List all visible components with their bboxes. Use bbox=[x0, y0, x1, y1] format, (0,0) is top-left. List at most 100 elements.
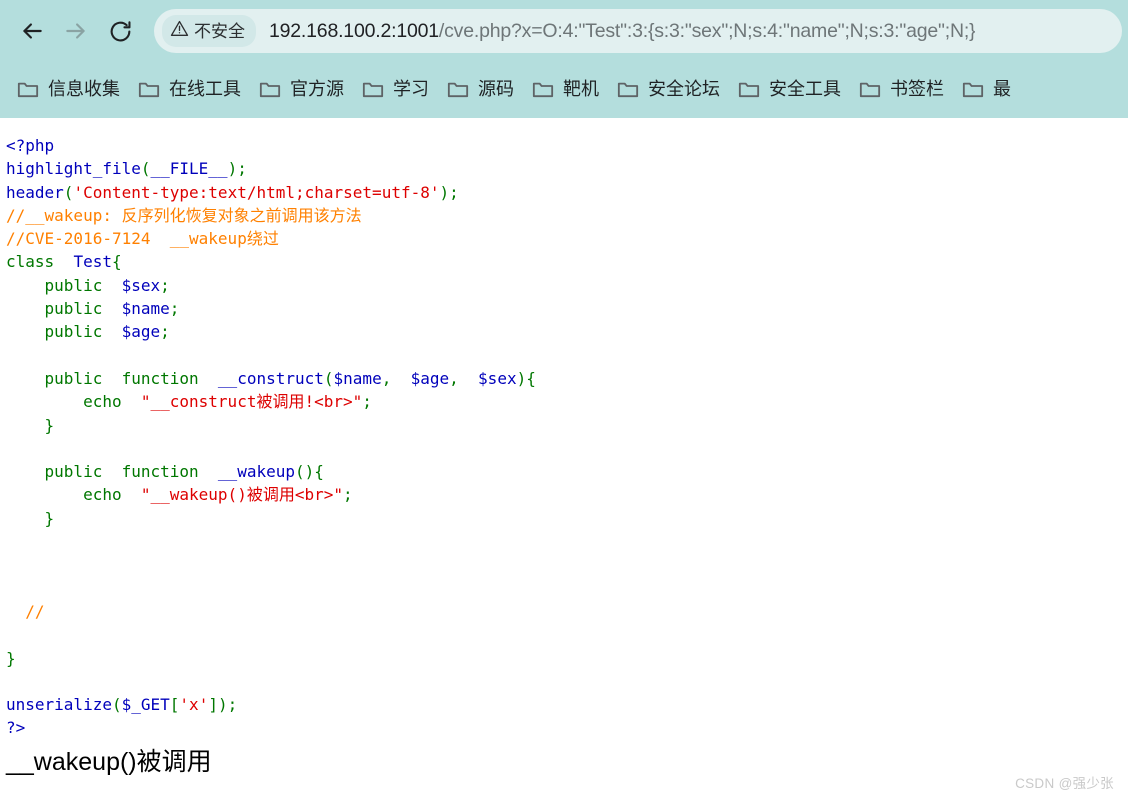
code-token: { bbox=[314, 462, 324, 482]
code-token: // bbox=[25, 601, 45, 621]
browser-toolbar: 不安全 192.168.100.2:1001/cve.php?x=O:4:"Te… bbox=[0, 0, 1128, 62]
code-token: , bbox=[449, 368, 479, 388]
code-token: ) bbox=[516, 368, 527, 388]
reload-button[interactable] bbox=[98, 9, 142, 53]
bookmark-label: 最 bbox=[993, 79, 1011, 99]
code-token: () bbox=[294, 462, 315, 482]
php-source-code: <?php highlight_file(__FILE__); header('Co… bbox=[4, 134, 1128, 740]
code-token: ; bbox=[169, 299, 180, 319]
code-token: ( bbox=[140, 159, 151, 179]
bookmark-item[interactable]: 靶机 bbox=[523, 76, 608, 103]
code-line: //__wakeup: 反序列化恢复对象之前调用该方法 bbox=[6, 204, 1128, 227]
bookmark-label: 源码 bbox=[478, 79, 514, 99]
code-token: echo bbox=[83, 485, 122, 505]
code-token: ; bbox=[160, 322, 170, 342]
code-token: ; bbox=[160, 275, 170, 295]
bookmark-label: 在线工具 bbox=[169, 79, 241, 99]
code-token: __wakeup bbox=[217, 462, 295, 482]
security-status-chip[interactable]: 不安全 bbox=[162, 15, 256, 47]
code-token: public bbox=[44, 462, 103, 482]
bookmark-item[interactable]: 信息收集 bbox=[8, 76, 129, 103]
code-line: header('Content-type:text/html;charset=u… bbox=[6, 181, 1128, 204]
code-token: ; bbox=[362, 392, 372, 412]
code-token: { bbox=[111, 252, 122, 272]
code-token: ( bbox=[111, 695, 122, 715]
code-token: unserialize bbox=[6, 695, 112, 715]
code-token: public bbox=[44, 322, 103, 342]
code-line: } bbox=[6, 507, 1128, 530]
address-bar[interactable]: 不安全 192.168.100.2:1001/cve.php?x=O:4:"Te… bbox=[154, 9, 1122, 53]
code-token: } bbox=[6, 648, 16, 668]
bookmark-item[interactable]: 源码 bbox=[438, 76, 523, 103]
code-token: "__construct被调用!<br>" bbox=[140, 392, 363, 412]
code-line: public function __wakeup(){ bbox=[6, 460, 1128, 483]
code-line: ?> bbox=[6, 716, 1128, 739]
code-token: //CVE-2016-7124 __wakeup绕过 bbox=[6, 229, 279, 249]
code-token: public bbox=[44, 275, 103, 295]
code-token: ( bbox=[323, 368, 334, 388]
forward-button[interactable] bbox=[54, 9, 98, 53]
code-line: unserialize($_GET['x']); bbox=[6, 693, 1128, 716]
code-token: __construct bbox=[217, 368, 324, 388]
code-token: <?php bbox=[6, 136, 55, 155]
code-line: } bbox=[6, 414, 1128, 437]
bookmark-item[interactable]: 最 bbox=[953, 76, 1020, 103]
code-token: ) bbox=[227, 159, 238, 179]
code-token: $age bbox=[121, 322, 161, 342]
code-token: Test bbox=[73, 252, 112, 272]
code-token: 'Content-type:text/html;charset=utf-8' bbox=[73, 182, 440, 202]
url-path: /cve.php?x=O:4:"Test":3:{s:3:"sex";N;s:4… bbox=[438, 19, 976, 42]
code-token: ] bbox=[208, 695, 218, 715]
code-token: class bbox=[6, 252, 55, 272]
folder-icon bbox=[962, 80, 984, 99]
bookmark-label: 信息收集 bbox=[48, 79, 120, 99]
bookmark-item[interactable]: 书签栏 bbox=[850, 76, 953, 103]
bookmark-item[interactable]: 安全论坛 bbox=[608, 76, 729, 103]
warning-triangle-icon bbox=[170, 19, 189, 43]
code-line: public $age; bbox=[6, 320, 1128, 343]
code-token: public bbox=[44, 299, 103, 319]
bookmark-label: 安全论坛 bbox=[648, 79, 720, 99]
code-line: //CVE-2016-7124 __wakeup绕过 bbox=[6, 227, 1128, 250]
reload-icon bbox=[108, 19, 133, 44]
code-token: ; bbox=[227, 695, 238, 715]
code-token: $_GET bbox=[121, 695, 170, 715]
code-line: public function __construct($name, $age,… bbox=[6, 367, 1128, 390]
code-token: ?> bbox=[6, 718, 26, 738]
folder-icon bbox=[532, 80, 554, 99]
code-token: ; bbox=[237, 159, 247, 179]
code-token: echo bbox=[83, 392, 122, 412]
bookmark-item[interactable]: 在线工具 bbox=[129, 76, 250, 103]
back-button[interactable] bbox=[10, 9, 54, 53]
bookmark-label: 安全工具 bbox=[769, 79, 841, 99]
bookmark-item[interactable]: 学习 bbox=[353, 76, 438, 103]
code-token: ) bbox=[439, 182, 450, 202]
code-token: $name bbox=[121, 299, 170, 319]
code-token: function bbox=[121, 462, 199, 482]
code-token: highlight_file bbox=[6, 159, 141, 179]
code-token: } bbox=[44, 508, 55, 528]
bookmarks-bar: 信息收集 在线工具 官方源 学习 源码 靶机 安全论坛 安全工具 书签栏 最 bbox=[0, 62, 1128, 116]
bookmark-item[interactable]: 官方源 bbox=[250, 76, 353, 103]
folder-icon bbox=[259, 80, 281, 99]
folder-icon bbox=[859, 80, 881, 99]
bookmark-item[interactable]: 安全工具 bbox=[729, 76, 850, 103]
